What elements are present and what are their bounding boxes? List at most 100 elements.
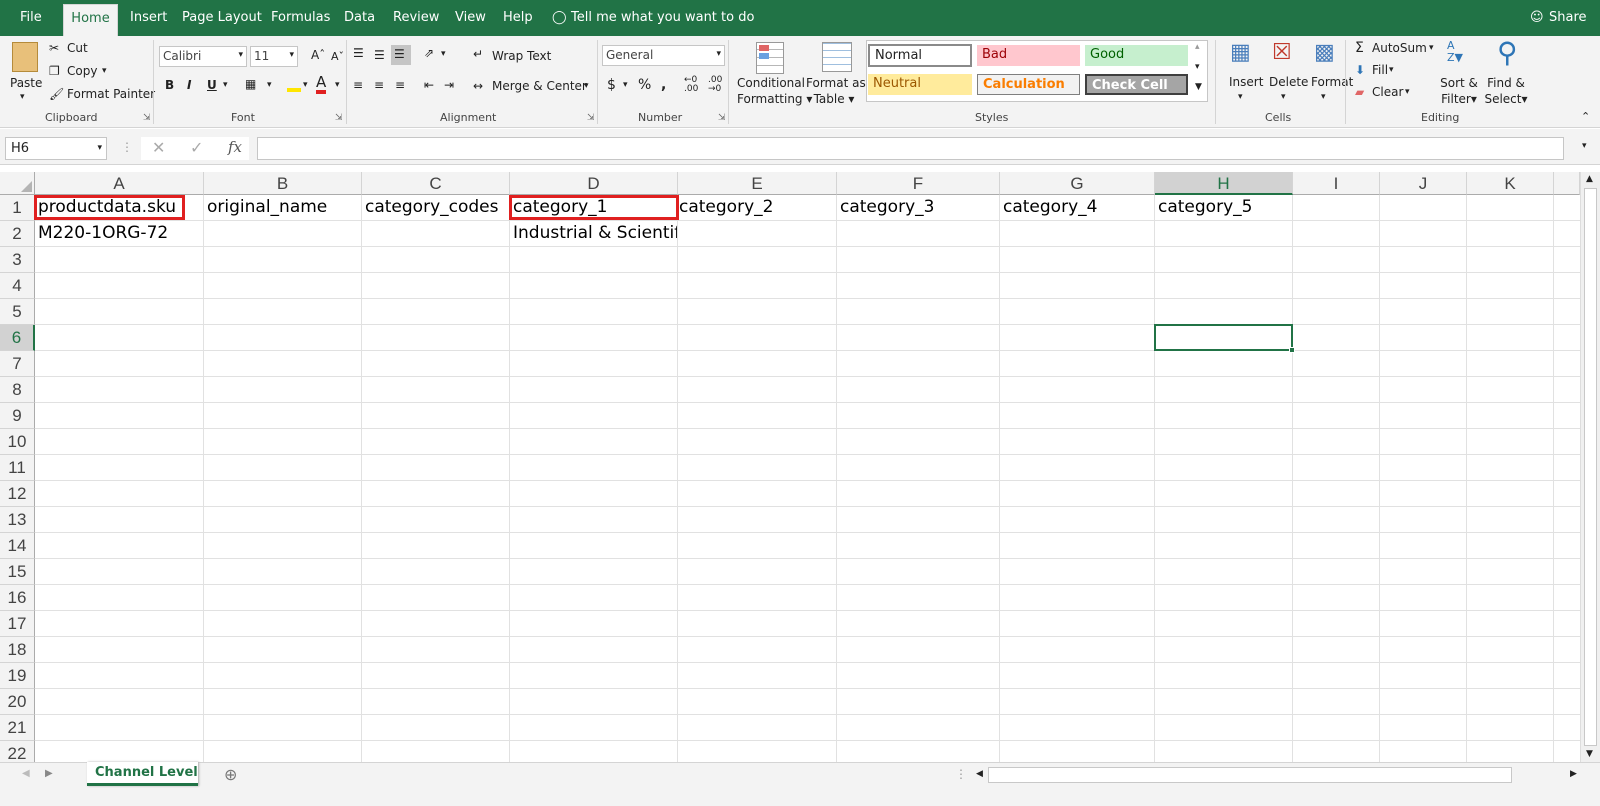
format-cells-button[interactable]: Format [1311,75,1353,89]
increase-font-icon[interactable]: Aˆ [311,48,325,62]
row-header-6[interactable]: 6 [0,325,35,351]
formula-input[interactable] [257,137,1564,160]
column-header-e[interactable]: E [678,172,837,195]
currency-dropdown-icon[interactable]: ▾ [623,80,628,90]
orientation-icon[interactable]: ⇗ [424,46,434,60]
conditional-formatting-icon[interactable] [756,42,784,74]
comma-icon[interactable]: , [661,77,666,93]
underline-dropdown-icon[interactable]: ▾ [223,80,228,90]
gallery-more-icon[interactable]: ▼ [1195,82,1202,92]
column-header-h[interactable]: H [1155,172,1293,195]
row-header-11[interactable]: 11 [0,455,35,481]
row-header-22[interactable]: 22 [0,741,35,762]
tab-help[interactable]: Help [503,10,533,25]
share-button[interactable]: Share [1549,10,1587,25]
row-header-14[interactable]: 14 [0,533,35,559]
font-color-icon[interactable]: A [316,74,327,94]
tab-view[interactable]: View [455,10,486,25]
name-box[interactable]: H6 ▾ [5,137,107,160]
autosum-dropdown-icon[interactable]: ▾ [1429,43,1434,53]
fill-color-dropdown-icon[interactable]: ▾ [303,80,308,90]
alignment-launcher-icon[interactable]: ⇲ [587,113,595,123]
row-header-21[interactable]: 21 [0,715,35,741]
tab-formulas[interactable]: Formulas [271,10,330,25]
cell-d2[interactable]: Industrial & Scientifi [510,221,677,245]
cell-b1[interactable]: original_name [204,195,361,219]
underline-button[interactable]: U [207,78,217,92]
font-launcher-icon[interactable]: ⇲ [335,113,343,123]
scroll-right-icon[interactable]: ▶ [1570,769,1577,779]
style-bad[interactable]: Bad [977,45,1080,66]
row-header-1[interactable]: 1 [0,195,35,221]
gallery-up-icon[interactable]: ▴ [1195,42,1200,52]
tab-insert[interactable]: Insert [130,10,167,25]
clear-button[interactable]: Clear [1372,85,1403,99]
insert-cells-button[interactable]: Insert [1229,75,1263,89]
format-as-table-icon[interactable] [822,42,852,72]
row-header-17[interactable]: 17 [0,611,35,637]
tab-review[interactable]: Review [393,10,439,25]
borders-icon[interactable]: ▦ [245,77,256,91]
cancel-icon[interactable]: ✕ [152,138,165,157]
increase-decimal-icon[interactable]: ←0.00 [684,76,698,94]
horizontal-scroll-thumb[interactable] [988,767,1512,783]
align-center-icon[interactable]: ≡ [374,78,384,92]
style-neutral[interactable]: Neutral [868,74,972,95]
align-left-icon[interactable]: ≡ [353,78,363,92]
italic-button[interactable]: I [187,78,191,92]
format-painter-button[interactable]: Format Painter [67,87,155,101]
row-header-13[interactable]: 13 [0,507,35,533]
decrease-decimal-icon[interactable]: .00 →0 [708,76,722,94]
align-bottom-icon[interactable]: ☰ [391,45,411,65]
cell-g1[interactable]: category_4 [1000,195,1154,219]
decrease-indent-icon[interactable]: ⇤ [424,78,434,92]
style-calculation[interactable]: Calculation [977,74,1080,95]
tab-home[interactable]: Home [63,4,118,36]
row-header-20[interactable]: 20 [0,689,35,715]
style-good[interactable]: Good [1085,45,1188,66]
resize-dots-icon[interactable]: ⋮ [121,140,133,154]
spreadsheet-grid[interactable]: A B C D E F G H I J K 1 2 3 4 5 6 7 8 9 … [0,172,1580,762]
menu-file[interactable]: File [20,10,42,25]
select-all-corner[interactable] [0,172,35,195]
fill-dropdown-icon[interactable]: ▾ [1389,65,1394,75]
column-header-a[interactable]: A [35,172,204,195]
fill-color-icon[interactable] [287,78,301,92]
scroll-down-icon[interactable]: ▼ [1586,749,1593,759]
prev-sheet-icon[interactable]: ◀ [22,768,30,779]
row-header-10[interactable]: 10 [0,429,35,455]
row-header-15[interactable]: 15 [0,559,35,585]
collapse-ribbon-icon[interactable]: ⌃ [1581,110,1590,123]
column-header-b[interactable]: B [204,172,362,195]
decrease-font-icon[interactable]: Aˇ [331,50,344,63]
expand-formula-icon[interactable]: ▾ [1582,141,1587,151]
vertical-scrollbar[interactable]: ▲ ▼ [1580,172,1600,762]
cut-button[interactable]: Cut [67,41,88,55]
conditional-formatting-button[interactable]: ConditionalFormatting ▾ [737,75,812,107]
align-top-icon[interactable]: ☰ [353,46,364,60]
column-header-g[interactable]: G [1000,172,1155,195]
orientation-dropdown-icon[interactable]: ▾ [441,49,446,59]
align-right-icon[interactable]: ≡ [395,78,405,92]
row-header-18[interactable]: 18 [0,637,35,663]
search-icon[interactable]: ⚲ [1497,36,1518,69]
merge-dropdown-icon[interactable]: ▾ [584,81,589,91]
tell-me-search[interactable]: Tell me what you want to do [571,10,754,25]
wrap-text-button[interactable]: Wrap Text [492,49,551,63]
font-size-select[interactable]: 11 ▾ [250,46,298,67]
add-sheet-icon[interactable]: ⊕ [224,765,237,784]
delete-dropdown-icon[interactable]: ▾ [1281,92,1286,102]
merge-center-button[interactable]: Merge & Center [492,79,587,93]
percent-icon[interactable]: % [638,77,651,93]
cell-e1[interactable]: category_2 [678,195,836,219]
column-header-k[interactable]: K [1467,172,1554,195]
next-sheet-icon[interactable]: ▶ [45,768,53,779]
row-header-12[interactable]: 12 [0,481,35,507]
sheet-tab-channel-level[interactable]: Channel Level [87,762,198,786]
column-header-d[interactable]: D [510,172,678,195]
column-header-c[interactable]: C [362,172,510,195]
vertical-scroll-thumb[interactable] [1584,188,1597,746]
find-select-button[interactable]: Find & Select▾ [1483,75,1529,107]
format-cells-icon[interactable]: ▩ [1314,40,1335,65]
column-header-i[interactable]: I [1293,172,1380,195]
